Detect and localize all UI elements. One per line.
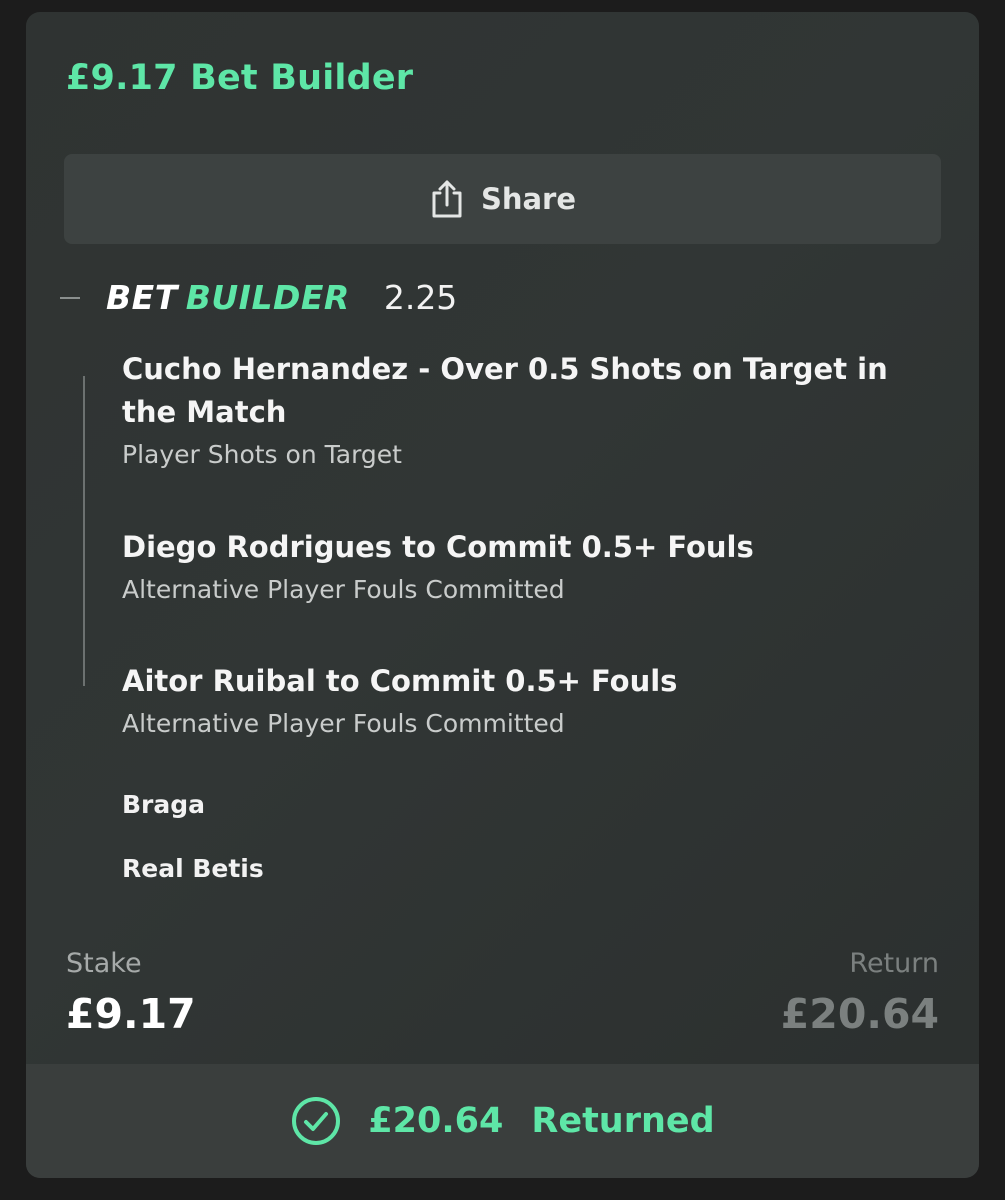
bet-builder-logo-word1: BET: [106, 277, 178, 317]
share-icon: [432, 180, 462, 218]
minus-icon[interactable]: [60, 297, 80, 299]
selection-item: Cucho Hernandez - Over 0.5 Shots on Targ…: [122, 348, 922, 469]
selection-market: Alternative Player Fouls Committed: [122, 575, 565, 604]
bet-builder-logo: BET BUILDER: [106, 278, 350, 317]
bet-odds: 2.25: [383, 277, 458, 317]
return-label: Return: [849, 948, 939, 979]
selection-divider-line: [83, 376, 85, 686]
bet-title: £9.17 Bet Builder: [66, 58, 414, 98]
share-button[interactable]: Share: [64, 154, 941, 244]
selection-market: Alternative Player Fouls Committed: [122, 709, 565, 738]
selection-market: Player Shots on Target: [122, 440, 402, 469]
selection-title: Aitor Ruibal to Commit 0.5+ Fouls: [122, 664, 678, 698]
check-circle-icon: [292, 1097, 341, 1145]
bet-card: £9.17 Bet Builder Share BET BUILDER 2.25 …: [26, 12, 979, 1178]
returned-status: Returned: [531, 1101, 715, 1141]
selection-item: Aitor Ruibal to Commit 0.5+ Fouls Altern…: [122, 660, 922, 738]
stake-value: £9.17: [66, 990, 196, 1038]
selection-title: Cucho Hernandez - Over 0.5 Shots on Targ…: [122, 352, 888, 429]
team-name: Braga: [122, 790, 206, 819]
team-name: Real Betis: [122, 854, 264, 883]
bet-builder-logo-word2: BUILDER: [185, 277, 350, 317]
returned-banner: £20.64 Returned: [26, 1064, 979, 1178]
bet-builder-header: BET BUILDER 2.25: [60, 274, 457, 320]
return-value: £20.64: [780, 990, 939, 1038]
share-label: Share: [480, 182, 577, 216]
selection-title: Diego Rodrigues to Commit 0.5+ Fouls: [122, 530, 754, 564]
returned-amount: £20.64: [368, 1101, 504, 1141]
selection-item: Diego Rodrigues to Commit 0.5+ Fouls Alt…: [122, 526, 922, 604]
stake-label: Stake: [66, 948, 142, 979]
